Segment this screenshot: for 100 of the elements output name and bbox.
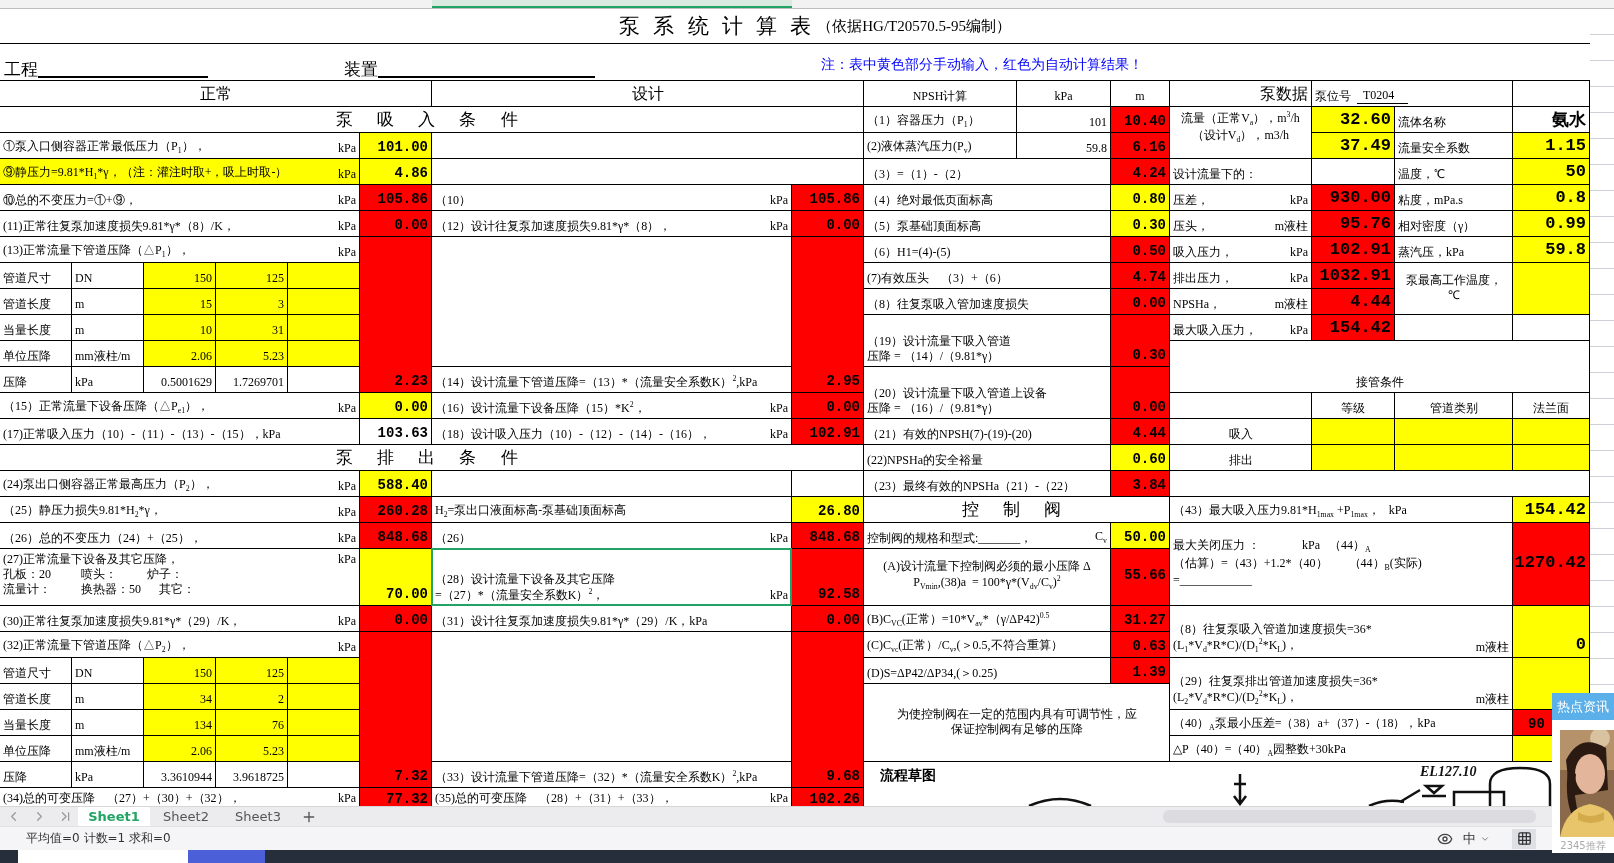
cell-text: 150 — [194, 666, 212, 681]
cell-text: 76 — [272, 718, 284, 733]
field-value: T0204 — [1357, 88, 1409, 104]
cell-text: △P（40）=（40）$_{A}$园整数+30kPa — [1173, 741, 1346, 759]
cell-text: 吸入 — [1228, 427, 1253, 442]
cell-text: 103.63 — [377, 424, 428, 442]
cell-text: 接管条件 — [1355, 375, 1404, 390]
cell-text: 等级 — [1341, 401, 1365, 416]
cell-text: 0.80 — [1132, 190, 1166, 208]
cell-text: 0.30 — [1132, 346, 1166, 364]
cell-text: 当量长度 — [3, 718, 51, 733]
cell-text: (17)正常吸入压力（10）-（11）-（13）-（15），kPa — [3, 427, 281, 442]
cell-text: 4.44 — [1350, 290, 1391, 312]
cell-text: （20）设计流量下吸入管道上设备 压降 = （16）/（9.81*γ） — [867, 386, 1047, 416]
unit-label: kPa — [338, 141, 356, 156]
normal-view-button[interactable] — [1512, 828, 1536, 849]
cell-text: (13)正常流量下管道压降（△P$_{1}$）， — [3, 242, 190, 260]
cell-text: 管道尺寸 — [3, 271, 51, 286]
note-text: 注：表中黄色部分手动输入，红色为自动计算结果！ — [821, 56, 1143, 74]
cell-text: 压头， — [1173, 219, 1209, 234]
cell-text: ①泵入口侧容器正常最低压力（P$_{1}$）， — [3, 138, 206, 156]
cell-text: 粘度，mPa.s — [1398, 193, 1463, 208]
cell-text: 压降 — [3, 375, 27, 390]
cell-text: 26.80 — [818, 502, 860, 520]
cell-text: kPa — [75, 770, 93, 785]
unit-label: kPa — [338, 219, 356, 234]
cell-text: 4.74 — [1132, 268, 1166, 286]
cell-text: DN — [75, 666, 93, 681]
cell-text: 101.00 — [377, 138, 428, 156]
cell-text: 泵最高工作温度， ℃ — [1405, 272, 1502, 303]
cell-text: 0.8 — [1555, 186, 1586, 208]
cell-text: 90 — [1528, 715, 1545, 733]
cell-text: （1）容器压力（P$_{1}$） — [867, 112, 980, 130]
title-note: （依据HG/T20570.5-95编制） — [817, 16, 1011, 36]
cell-text: 154.42 — [1329, 316, 1391, 338]
cell-text: 15 — [200, 297, 212, 312]
project-label: 工程 — [4, 61, 38, 78]
cell-text: 5.23 — [263, 744, 284, 759]
cell-text: （40）$_{A}$泵最小压差=（38）a+（37）-（18），kPa — [1173, 715, 1436, 733]
cell-text: 流量（正常V$_{a}$），m$^{3}$/h （设计V$_{d}$），m3/h — [1181, 110, 1300, 146]
cell-text: 102.91 — [809, 424, 860, 442]
unit-label: C$_{v}$ — [1095, 528, 1107, 546]
cell-text: 设计 — [631, 84, 664, 104]
cell-text: 260.28 — [377, 502, 428, 520]
cell-text: m — [75, 692, 85, 707]
cell-text: 95.76 — [1340, 212, 1391, 234]
cell-text: 0.63 — [1132, 637, 1166, 655]
cell-text: 59.8 — [1086, 141, 1107, 156]
cell-text: 0.5001629 — [161, 375, 212, 390]
cell-text: ⑨静压力=9.81*H$_{1}$*γ，（注：灌注时取+，吸上时取-） — [3, 164, 288, 182]
cell-text: 当量长度 — [3, 323, 51, 338]
cell-text: 930.00 — [1329, 186, 1391, 208]
cell-text: 0.00 — [1132, 398, 1166, 416]
sheet-title: 泵 系 统 计 算 表 — [619, 13, 816, 40]
cell-text: 59.8 — [1545, 238, 1586, 260]
cell-text: 3.3610944 — [161, 770, 212, 785]
cell-text: 2.95 — [826, 372, 860, 390]
cell-text: 1032.91 — [1319, 264, 1391, 286]
unit-label: kPa — [1290, 323, 1308, 338]
unit-label: kPa — [338, 193, 356, 208]
cell-text: 5.23 — [263, 349, 284, 364]
cell-text: 10 — [200, 323, 212, 338]
cell-text: 管道尺寸 — [3, 666, 51, 681]
cell-text: 105.86 — [809, 190, 860, 208]
cell-text: （43）最大吸入压力9.81*H$_{1max}$ +P$_{1max}$， kPa — [1173, 502, 1407, 520]
unit-label: kPa — [338, 245, 356, 260]
cell-text: 泵位号 — [1315, 89, 1351, 104]
cell-text: 4.24 — [1132, 164, 1166, 182]
elevation-label: EL127.10 — [1420, 764, 1477, 779]
cell-text: 0.00 — [394, 398, 428, 416]
cell-text: 4.86 — [394, 164, 428, 182]
cell-text: （14）设计流量下管道压降=（13）*（流量安全系数K）$^{2}$,kPa — [435, 374, 758, 390]
cell-text: （26） — [435, 531, 471, 546]
cell-text: 0.00 — [1132, 294, 1166, 312]
unit-label: kPa — [1290, 193, 1308, 208]
cell-text: 105.86 — [377, 190, 428, 208]
unit-label: kPa — [770, 219, 788, 234]
cell-text: （5）泵基础顶面标高 — [867, 219, 981, 234]
unit-label: kPa — [338, 614, 356, 629]
cell-text: （25）静压力损失9.81*H$_{2}$*γ， — [3, 502, 162, 520]
cell-text: (32)正常流量下管道压降（△P$_{2}$）， — [3, 637, 190, 655]
input-mode[interactable]: 中 — [1463, 829, 1476, 848]
cell-text: 50 — [1565, 160, 1586, 182]
widget-source: 2345推荐 — [1560, 839, 1606, 853]
cell-text: 34 — [200, 692, 212, 707]
cell-text: 2.06 — [191, 744, 212, 759]
cell-text: 3.84 — [1132, 476, 1166, 494]
cell-text: 150 — [194, 271, 212, 286]
unit-label: m液柱 — [1475, 640, 1509, 655]
cell-text: 相对密度（γ） — [1398, 219, 1476, 234]
cell-text: 最大吸入压力， — [1173, 323, 1257, 338]
cell-text: 1.39 — [1132, 663, 1166, 681]
cell-text: （10） — [435, 193, 471, 208]
cell-text: （4）绝对最低页面标高 — [867, 193, 993, 208]
cell-text: 92.58 — [818, 585, 860, 603]
cell-text: 法兰面 — [1533, 401, 1569, 416]
unit-label: kPa — [770, 427, 788, 442]
unit-label: m液柱 — [1274, 219, 1308, 234]
cell-text: （3）=（1）-（2） — [867, 167, 968, 182]
cell-text: 50.00 — [1124, 528, 1166, 546]
